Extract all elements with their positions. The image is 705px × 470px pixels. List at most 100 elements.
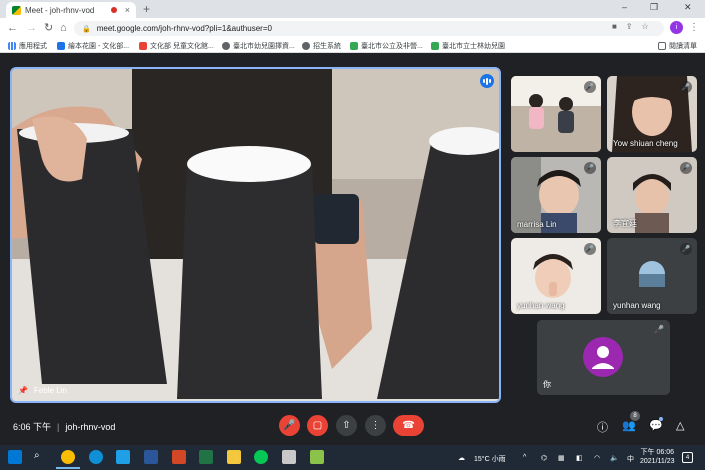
meeting-time: 6:06 下午 [13, 422, 52, 432]
leave-call-button[interactable]: ☎ [393, 415, 424, 436]
tab-title: Meet - joh-rhnv-vod [25, 5, 95, 15]
reload-icon[interactable]: ↻ [44, 22, 53, 34]
globe-icon [222, 42, 230, 50]
search-icon[interactable]: ⌕ [34, 450, 40, 461]
tray-app-icon[interactable]: ◧ [576, 454, 583, 462]
mic-off-icon: 🎤 [680, 81, 692, 93]
app-icon[interactable] [310, 450, 324, 464]
volume-icon[interactable]: 🔈 [610, 454, 619, 462]
tab-close-button[interactable]: × [125, 5, 130, 15]
participant-tile[interactable]: 🎤 yunhan wang [607, 238, 697, 314]
bookmark-item[interactable]: 招生系統 [302, 41, 341, 51]
file-explorer-icon[interactable] [227, 450, 241, 464]
recording-indicator-icon [110, 7, 117, 13]
tray-expand-icon[interactable]: ^ [523, 454, 526, 461]
school-icon [431, 42, 439, 50]
participant-tile[interactable]: 🎤 yunhan wang [511, 238, 601, 314]
browser-toolbar: ← → ↻ ⌂ 🔒 meet.google.com/joh-rhnv-vod?p… [0, 18, 705, 39]
weather-text[interactable]: 15°C 小雨 [474, 454, 506, 464]
powerpoint-icon[interactable] [172, 450, 186, 464]
clock-time: 下午 06:06 [640, 449, 674, 456]
share-icon[interactable]: ⇪ [626, 22, 633, 31]
participant-tile[interactable]: 🎤 Yow shiuan cheng [607, 76, 697, 152]
app-icon[interactable] [282, 450, 296, 464]
internet-explorer-icon[interactable] [116, 450, 130, 464]
apps-grid-icon [8, 42, 16, 50]
reading-list[interactable]: 閱讀清單 [658, 41, 697, 51]
windows-start-icon[interactable] [8, 450, 22, 464]
video-frame [12, 69, 499, 401]
activities-icon[interactable]: △ [676, 419, 684, 432]
self-tile[interactable]: 🎤 你 [537, 320, 670, 395]
home-icon[interactable]: ⌂ [60, 22, 67, 34]
bookmark-item[interactable]: 繪本花園 - 文化部... [57, 41, 129, 51]
bookmark-star-icon[interactable]: ☆ [642, 22, 649, 31]
bookmark-item[interactable]: 文化部 兒童文化館... [139, 41, 214, 51]
mic-off-icon: 🎤 [654, 325, 664, 334]
active-app-indicator [56, 467, 80, 469]
mic-off-icon: 🎤 [283, 420, 296, 431]
address-bar[interactable]: 🔒 meet.google.com/joh-rhnv-vod?pli=1&aut… [74, 21, 664, 36]
camera-off-button[interactable]: ▢ [307, 415, 328, 436]
meeting-code: joh-rhnv-vod [65, 421, 116, 432]
windows-taskbar: ⌕ ☁ 15°C 小雨 ^ ⌬ ▦ ◧ ◠ 🔈 中 下午 06:06 2021/… [0, 445, 705, 470]
chrome-icon[interactable] [61, 450, 75, 464]
participant-tile[interactable]: 🎤 李宜廷 [607, 157, 697, 233]
main-speaker-video[interactable]: 📌 Feble Lin [10, 67, 501, 403]
pin-icon[interactable]: 📌 [18, 386, 28, 395]
line-icon[interactable] [254, 450, 268, 464]
close-window-button[interactable]: ✕ [684, 2, 692, 13]
mic-off-icon: 🎤 [584, 162, 596, 174]
participant-tile[interactable]: 🎤 [511, 76, 601, 152]
youtube-icon [139, 42, 147, 50]
meet-control-bar: 6:06 下午 | joh-rhnv-vod 🎤 ▢ ⇧ ⋮ ☎ ⓘ 👥 8 💬… [0, 405, 705, 445]
clock-date: 2021/11/23 [640, 458, 675, 465]
bookmark-apps[interactable]: 應用程式 [8, 41, 47, 51]
phone-hangup-icon: ☎ [402, 420, 415, 431]
input-method-indicator[interactable]: 中 [627, 454, 634, 464]
more-vert-icon: ⋮ [370, 420, 381, 431]
excel-icon[interactable] [199, 450, 213, 464]
present-now-button[interactable]: ⇧ [336, 415, 357, 436]
word-icon[interactable] [144, 450, 158, 464]
bookmarks-bar: 應用程式 繪本花園 - 文化部... 文化部 兒童文化館... 臺北市幼兒園擇資… [0, 39, 705, 53]
globe-icon [302, 42, 310, 50]
meeting-details-icon[interactable]: ⓘ [597, 419, 608, 435]
maximize-button[interactable]: ❐ [650, 2, 658, 13]
profile-avatar[interactable]: i [670, 21, 683, 34]
browser-tab-strip: Meet - joh-rhnv-vod × + – ❐ ✕ [0, 0, 705, 18]
more-options-button[interactable]: ⋮ [365, 415, 386, 436]
cloud-rain-icon: ☁ [458, 455, 465, 462]
camera-off-icon: ▢ [312, 420, 323, 431]
reading-list-icon [658, 42, 666, 50]
network-icon[interactable]: ⌬ [541, 454, 547, 462]
tab-meet[interactable]: Meet - joh-rhnv-vod × [6, 2, 136, 18]
self-avatar [583, 337, 623, 377]
participant-tile[interactable]: 🎤 marrisa Lin [511, 157, 601, 233]
mic-off-button[interactable]: 🎤 [279, 415, 300, 436]
mic-off-icon: 🎤 [680, 243, 692, 255]
notification-center-icon[interactable]: 4 [682, 452, 693, 463]
tray-app-icon[interactable]: ▦ [558, 454, 565, 462]
meet-favicon-icon [12, 5, 21, 15]
edge-icon[interactable] [89, 450, 103, 464]
back-arrow-icon[interactable]: ← [7, 22, 18, 34]
meeting-info: 6:06 下午 | joh-rhnv-vod [13, 420, 115, 433]
new-tab-button[interactable]: + [143, 2, 150, 16]
participant-name: marrisa Lin [517, 220, 557, 229]
camera-in-use-icon[interactable]: ■ [612, 22, 617, 31]
participant-name: 李宜廷 [613, 219, 637, 228]
url-text: meet.google.com/joh-rhnv-vod?pli=1&authu… [96, 24, 272, 33]
bookmark-item[interactable]: 臺北市幼兒園擇資... [222, 41, 295, 51]
mic-off-icon: 🎤 [584, 243, 596, 255]
participant-name: yunhan wang [517, 301, 565, 310]
forward-arrow-icon[interactable]: → [26, 22, 37, 34]
wifi-icon[interactable]: ◠ [594, 454, 600, 462]
taskbar-clock[interactable]: 下午 06:06 2021/11/23 [640, 448, 675, 466]
bookmark-item[interactable]: 臺北市立士林幼兒園 [431, 41, 505, 51]
minimize-button[interactable]: – [622, 2, 627, 12]
bookmark-item[interactable]: 臺北市公立及非營... [350, 41, 423, 51]
browser-menu-icon[interactable]: ⋮ [689, 22, 699, 33]
mic-off-icon: 🎤 [680, 162, 692, 174]
divider: | [57, 421, 60, 432]
